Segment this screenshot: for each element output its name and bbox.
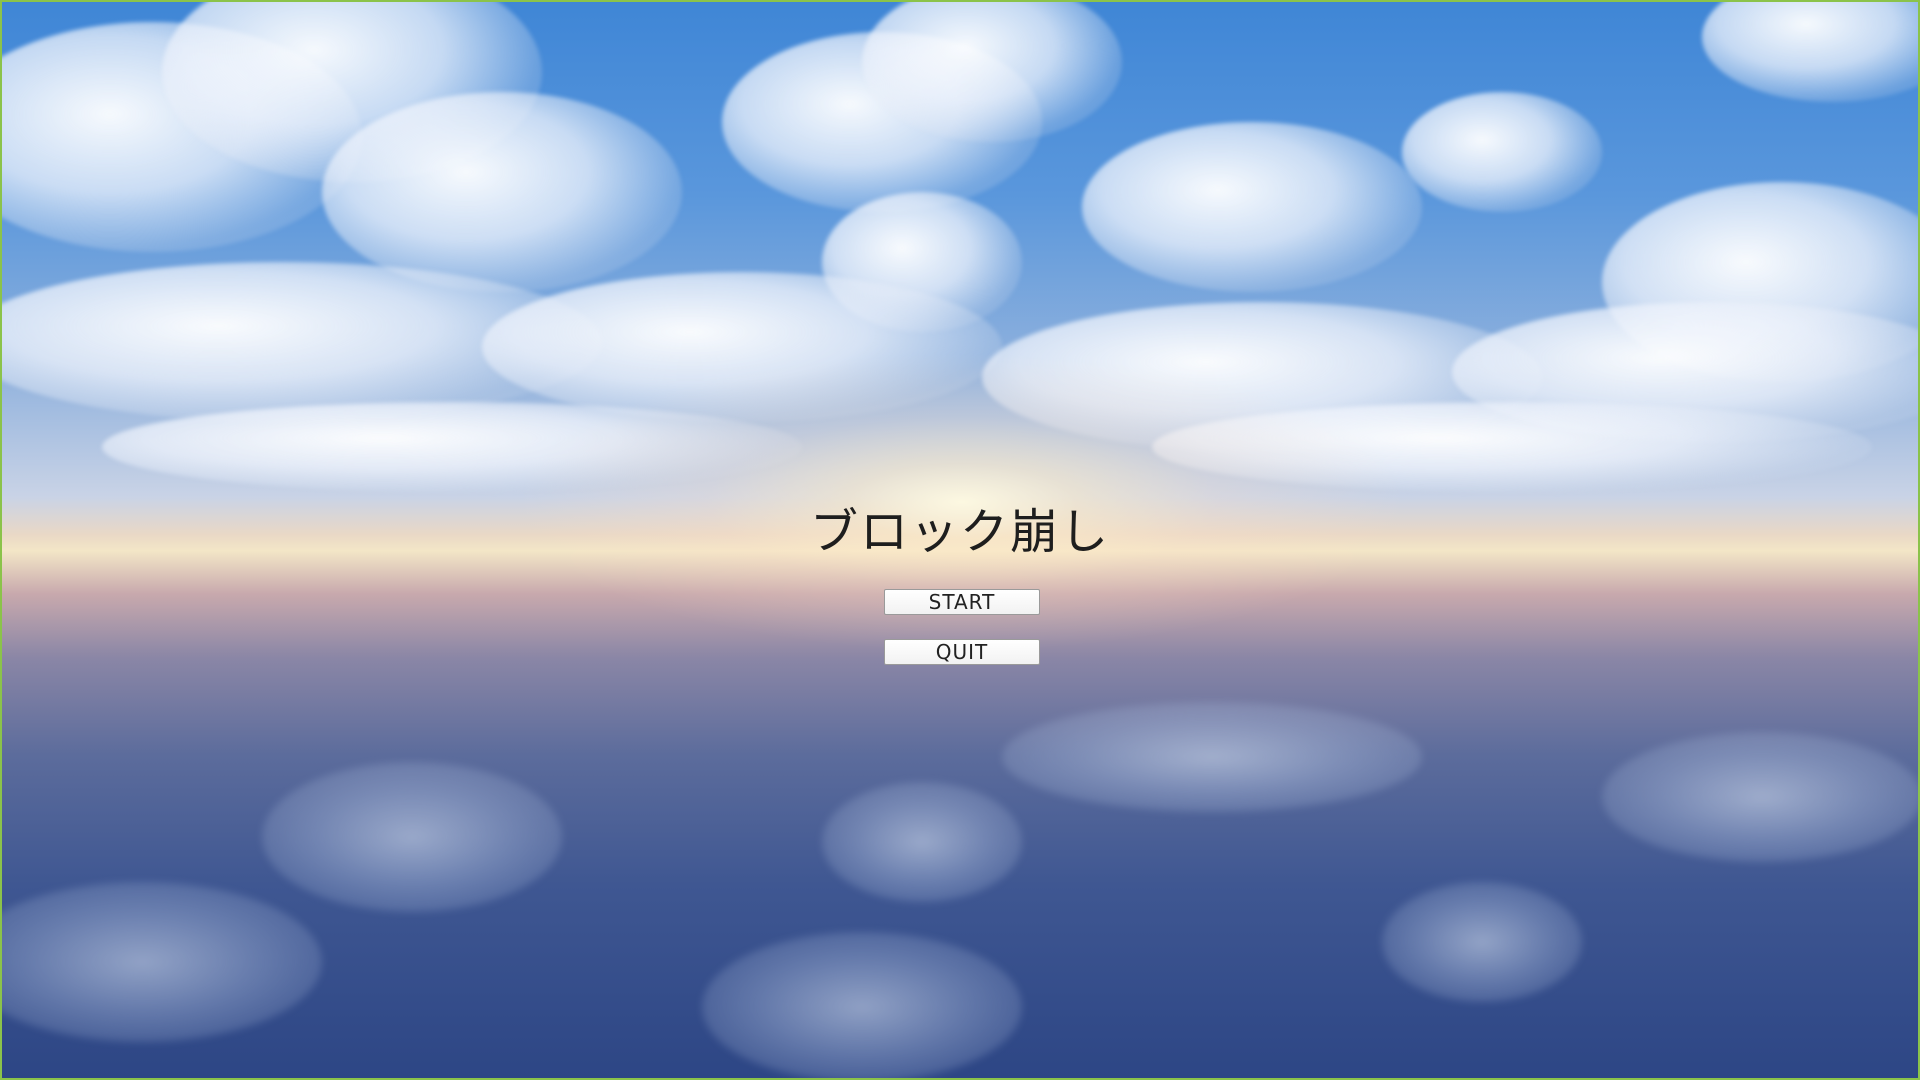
cloud-reflection: [2, 882, 322, 1042]
cloud: [1702, 2, 1918, 102]
cloud-reflection: [262, 762, 562, 912]
game-title: ブロック崩し: [809, 504, 1110, 560]
cloud-reflection: [702, 932, 1022, 1078]
cloud-reflection: [1002, 702, 1422, 812]
quit-button[interactable]: QUIT: [884, 639, 1040, 665]
cloud: [1402, 92, 1602, 212]
cloud: [322, 92, 682, 292]
cloud-reflection: [1382, 882, 1582, 1002]
cloud: [1082, 122, 1422, 292]
cloud-reflection: [1602, 732, 1918, 862]
title-screen: ブロック崩し START QUIT: [0, 0, 1920, 1080]
cloud: [102, 402, 802, 492]
start-button[interactable]: START: [884, 589, 1040, 615]
cloud-reflection: [822, 782, 1022, 902]
cloud: [1152, 402, 1872, 492]
cloud: [482, 272, 1002, 422]
